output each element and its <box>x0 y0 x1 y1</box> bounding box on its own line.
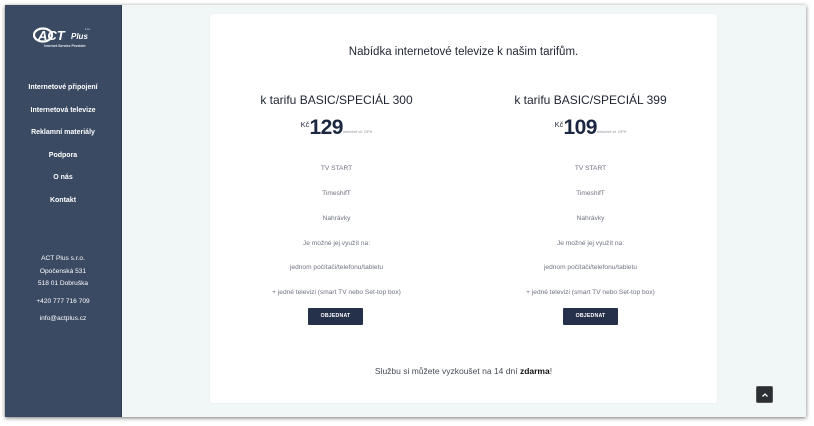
nav-item-internet[interactable]: Internetové připojení <box>5 82 121 105</box>
feature-item: TimeshifT <box>322 190 351 197</box>
price-currency: Kč <box>300 120 310 129</box>
svg-text:s.r.o.: s.r.o. <box>85 28 91 31</box>
nav-item-contact[interactable]: Kontakt <box>5 195 121 218</box>
feature-item: jednom počítači/telefonu/tabletu <box>289 264 384 271</box>
price-note: měsíčně vč. DPH <box>596 130 627 134</box>
price-amount: 109 <box>563 116 597 139</box>
price-currency: Kč <box>554 120 564 129</box>
tariff-name: k tarifu BASIC/SPECIÁL 300 <box>260 93 413 107</box>
nav-item-marketing[interactable]: Reklamní materiály <box>5 127 121 150</box>
actplus-logo-icon: ACT Plus s.r.o. <box>33 27 91 43</box>
feature-item: TV START <box>574 165 607 172</box>
contact-company: ACT Plus s.r.o. <box>41 255 85 262</box>
scroll-to-top-button[interactable] <box>756 386 773 403</box>
logo-tagline: Internet Service Provider <box>44 44 86 48</box>
feature-item: Je možné jej využít na: <box>556 240 625 247</box>
feature-item: jednom počítači/telefonu/tabletu <box>543 264 638 271</box>
nav-item-support[interactable]: Podpora <box>5 150 121 173</box>
feature-item: Nahrávky <box>576 215 605 222</box>
sidebar: ACT Plus s.r.o. Internet Service Provide… <box>5 5 122 417</box>
feature-item: + jedné televizi (smart TV nebo Set-top … <box>272 289 401 296</box>
nav-item-about[interactable]: O nás <box>5 172 121 195</box>
trial-text: Službu si můžete vyzkoušet na 14 dní <box>374 366 520 376</box>
chevron-up-icon <box>761 392 768 397</box>
price-amount: 129 <box>309 116 343 139</box>
contact-phone[interactable]: +420 777 716 709 <box>5 296 121 309</box>
price-note: měsíčně vč. DPH <box>342 130 373 134</box>
free-trial-note: Službu si můžete vyzkoušet na 14 dní zda… <box>210 366 717 376</box>
trial-end: ! <box>549 366 553 376</box>
company-logo[interactable]: ACT Plus s.r.o. Internet Service Provide… <box>33 25 97 55</box>
feature-item: TimeshifT <box>576 190 605 197</box>
feature-item: Nahrávky <box>322 215 351 222</box>
contact-city: 518 01 Dobruška <box>37 280 89 287</box>
feature-item: + jedné televizi (smart TV nebo Set-top … <box>526 289 655 296</box>
tariff-price: Kč109měsíčně vč. DPH <box>464 116 717 146</box>
tv-offer-card: Nabídka internetové televize k našim tar… <box>210 14 717 403</box>
contact-street: Opočenská 531 <box>39 267 87 275</box>
nav-item-internet-tv[interactable]: Internetová televize <box>5 105 121 128</box>
contact-email[interactable]: info@actplus.cz <box>5 313 121 326</box>
svg-text:Plus: Plus <box>71 32 88 41</box>
order-button[interactable]: OBJEDNAT <box>563 308 618 325</box>
tariff-price: Kč129měsíčně vč. DPH <box>210 116 463 146</box>
order-button[interactable]: OBJEDNAT <box>308 308 363 325</box>
page-title: Nabídka internetové televize k našim tar… <box>348 46 579 58</box>
main-nav: Internetové připojení Internetová televi… <box>5 82 121 217</box>
feature-item: Je možné jej využít na: <box>302 240 371 247</box>
browser-viewport: ACT Plus s.r.o. Internet Service Provide… <box>5 5 806 417</box>
trial-free-emphasis: zdarma <box>519 366 550 376</box>
feature-item: TV START <box>320 165 353 172</box>
tariff-name: k tarifu BASIC/SPECIÁL 399 <box>514 93 667 107</box>
contact-info: ACT Plus s.r.o. Opočenská 531 518 01 Dob… <box>5 253 121 326</box>
svg-text:ACT: ACT <box>37 28 66 43</box>
